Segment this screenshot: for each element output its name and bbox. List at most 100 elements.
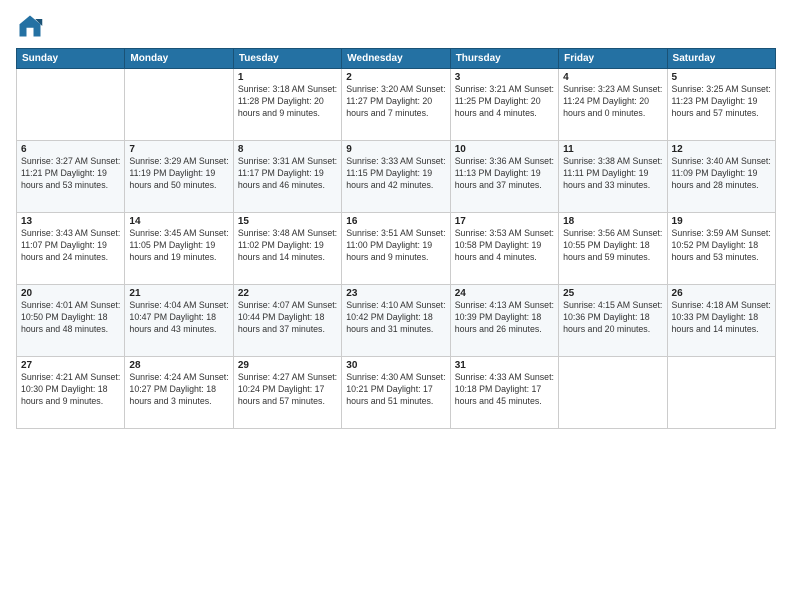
calendar-cell: 12Sunrise: 3:40 AM Sunset: 11:09 PM Dayl…: [667, 141, 775, 213]
day-info: Sunrise: 3:33 AM Sunset: 11:15 PM Daylig…: [346, 156, 445, 192]
calendar-cell: 22Sunrise: 4:07 AM Sunset: 10:44 PM Dayl…: [233, 285, 341, 357]
calendar-week-5: 27Sunrise: 4:21 AM Sunset: 10:30 PM Dayl…: [17, 357, 776, 429]
calendar-cell: 11Sunrise: 3:38 AM Sunset: 11:11 PM Dayl…: [559, 141, 667, 213]
calendar-cell: 28Sunrise: 4:24 AM Sunset: 10:27 PM Dayl…: [125, 357, 233, 429]
day-info: Sunrise: 3:59 AM Sunset: 10:52 PM Daylig…: [672, 228, 771, 264]
day-info: Sunrise: 4:15 AM Sunset: 10:36 PM Daylig…: [563, 300, 662, 336]
calendar-cell: 20Sunrise: 4:01 AM Sunset: 10:50 PM Dayl…: [17, 285, 125, 357]
day-number: 22: [238, 288, 337, 299]
day-number: 23: [346, 288, 445, 299]
day-number: 14: [129, 216, 228, 227]
calendar-table: SundayMondayTuesdayWednesdayThursdayFrid…: [16, 48, 776, 429]
day-number: 17: [455, 216, 554, 227]
calendar-cell: 3Sunrise: 3:21 AM Sunset: 11:25 PM Dayli…: [450, 69, 558, 141]
day-info: Sunrise: 3:36 AM Sunset: 11:13 PM Daylig…: [455, 156, 554, 192]
day-info: Sunrise: 3:21 AM Sunset: 11:25 PM Daylig…: [455, 84, 554, 120]
day-number: 20: [21, 288, 120, 299]
calendar-cell: 8Sunrise: 3:31 AM Sunset: 11:17 PM Dayli…: [233, 141, 341, 213]
calendar-header-sunday: Sunday: [17, 49, 125, 69]
day-number: 11: [563, 144, 662, 155]
calendar-cell: 7Sunrise: 3:29 AM Sunset: 11:19 PM Dayli…: [125, 141, 233, 213]
calendar-cell: [559, 357, 667, 429]
day-info: Sunrise: 4:01 AM Sunset: 10:50 PM Daylig…: [21, 300, 120, 336]
day-number: 3: [455, 72, 554, 83]
calendar-cell: 17Sunrise: 3:53 AM Sunset: 10:58 PM Dayl…: [450, 213, 558, 285]
logo-icon: [16, 12, 44, 40]
calendar-cell: 16Sunrise: 3:51 AM Sunset: 11:00 PM Dayl…: [342, 213, 450, 285]
day-info: Sunrise: 4:04 AM Sunset: 10:47 PM Daylig…: [129, 300, 228, 336]
day-info: Sunrise: 3:31 AM Sunset: 11:17 PM Daylig…: [238, 156, 337, 192]
day-number: 8: [238, 144, 337, 155]
day-number: 2: [346, 72, 445, 83]
day-info: Sunrise: 3:48 AM Sunset: 11:02 PM Daylig…: [238, 228, 337, 264]
day-info: Sunrise: 4:10 AM Sunset: 10:42 PM Daylig…: [346, 300, 445, 336]
calendar-cell: 23Sunrise: 4:10 AM Sunset: 10:42 PM Dayl…: [342, 285, 450, 357]
calendar-cell: 1Sunrise: 3:18 AM Sunset: 11:28 PM Dayli…: [233, 69, 341, 141]
day-number: 29: [238, 360, 337, 371]
header: [16, 12, 776, 40]
calendar-header-wednesday: Wednesday: [342, 49, 450, 69]
day-info: Sunrise: 3:27 AM Sunset: 11:21 PM Daylig…: [21, 156, 120, 192]
day-number: 21: [129, 288, 228, 299]
calendar-cell: 13Sunrise: 3:43 AM Sunset: 11:07 PM Dayl…: [17, 213, 125, 285]
calendar-cell: 10Sunrise: 3:36 AM Sunset: 11:13 PM Dayl…: [450, 141, 558, 213]
calendar-header-friday: Friday: [559, 49, 667, 69]
day-info: Sunrise: 4:18 AM Sunset: 10:33 PM Daylig…: [672, 300, 771, 336]
logo: [16, 12, 48, 40]
day-info: Sunrise: 3:53 AM Sunset: 10:58 PM Daylig…: [455, 228, 554, 264]
day-info: Sunrise: 3:25 AM Sunset: 11:23 PM Daylig…: [672, 84, 771, 120]
day-number: 28: [129, 360, 228, 371]
calendar-cell: 4Sunrise: 3:23 AM Sunset: 11:24 PM Dayli…: [559, 69, 667, 141]
day-info: Sunrise: 3:51 AM Sunset: 11:00 PM Daylig…: [346, 228, 445, 264]
day-number: 13: [21, 216, 120, 227]
day-info: Sunrise: 3:20 AM Sunset: 11:27 PM Daylig…: [346, 84, 445, 120]
day-number: 26: [672, 288, 771, 299]
calendar-week-2: 6Sunrise: 3:27 AM Sunset: 11:21 PM Dayli…: [17, 141, 776, 213]
calendar-cell: 6Sunrise: 3:27 AM Sunset: 11:21 PM Dayli…: [17, 141, 125, 213]
calendar-cell: 14Sunrise: 3:45 AM Sunset: 11:05 PM Dayl…: [125, 213, 233, 285]
day-number: 4: [563, 72, 662, 83]
day-number: 7: [129, 144, 228, 155]
day-info: Sunrise: 4:24 AM Sunset: 10:27 PM Daylig…: [129, 372, 228, 408]
page: SundayMondayTuesdayWednesdayThursdayFrid…: [0, 0, 792, 612]
day-number: 16: [346, 216, 445, 227]
calendar-week-4: 20Sunrise: 4:01 AM Sunset: 10:50 PM Dayl…: [17, 285, 776, 357]
calendar-cell: 21Sunrise: 4:04 AM Sunset: 10:47 PM Dayl…: [125, 285, 233, 357]
day-number: 18: [563, 216, 662, 227]
day-number: 1: [238, 72, 337, 83]
day-number: 30: [346, 360, 445, 371]
day-number: 24: [455, 288, 554, 299]
day-info: Sunrise: 3:23 AM Sunset: 11:24 PM Daylig…: [563, 84, 662, 120]
day-info: Sunrise: 3:56 AM Sunset: 10:55 PM Daylig…: [563, 228, 662, 264]
day-number: 12: [672, 144, 771, 155]
calendar-cell: 18Sunrise: 3:56 AM Sunset: 10:55 PM Dayl…: [559, 213, 667, 285]
calendar-header-monday: Monday: [125, 49, 233, 69]
calendar-cell: 2Sunrise: 3:20 AM Sunset: 11:27 PM Dayli…: [342, 69, 450, 141]
day-number: 5: [672, 72, 771, 83]
day-info: Sunrise: 4:21 AM Sunset: 10:30 PM Daylig…: [21, 372, 120, 408]
calendar-cell: [125, 69, 233, 141]
day-number: 31: [455, 360, 554, 371]
day-info: Sunrise: 4:13 AM Sunset: 10:39 PM Daylig…: [455, 300, 554, 336]
day-info: Sunrise: 4:30 AM Sunset: 10:21 PM Daylig…: [346, 372, 445, 408]
calendar-cell: 19Sunrise: 3:59 AM Sunset: 10:52 PM Dayl…: [667, 213, 775, 285]
calendar-header-row: SundayMondayTuesdayWednesdayThursdayFrid…: [17, 49, 776, 69]
day-number: 25: [563, 288, 662, 299]
calendar-cell: [17, 69, 125, 141]
calendar-header-saturday: Saturday: [667, 49, 775, 69]
calendar-cell: 31Sunrise: 4:33 AM Sunset: 10:18 PM Dayl…: [450, 357, 558, 429]
calendar-header-tuesday: Tuesday: [233, 49, 341, 69]
calendar-cell: [667, 357, 775, 429]
day-number: 27: [21, 360, 120, 371]
calendar-cell: 26Sunrise: 4:18 AM Sunset: 10:33 PM Dayl…: [667, 285, 775, 357]
calendar-cell: 29Sunrise: 4:27 AM Sunset: 10:24 PM Dayl…: [233, 357, 341, 429]
day-number: 19: [672, 216, 771, 227]
day-number: 9: [346, 144, 445, 155]
day-info: Sunrise: 3:40 AM Sunset: 11:09 PM Daylig…: [672, 156, 771, 192]
calendar-cell: 15Sunrise: 3:48 AM Sunset: 11:02 PM Dayl…: [233, 213, 341, 285]
day-info: Sunrise: 3:29 AM Sunset: 11:19 PM Daylig…: [129, 156, 228, 192]
day-info: Sunrise: 4:33 AM Sunset: 10:18 PM Daylig…: [455, 372, 554, 408]
day-number: 6: [21, 144, 120, 155]
day-info: Sunrise: 4:07 AM Sunset: 10:44 PM Daylig…: [238, 300, 337, 336]
calendar-cell: 27Sunrise: 4:21 AM Sunset: 10:30 PM Dayl…: [17, 357, 125, 429]
